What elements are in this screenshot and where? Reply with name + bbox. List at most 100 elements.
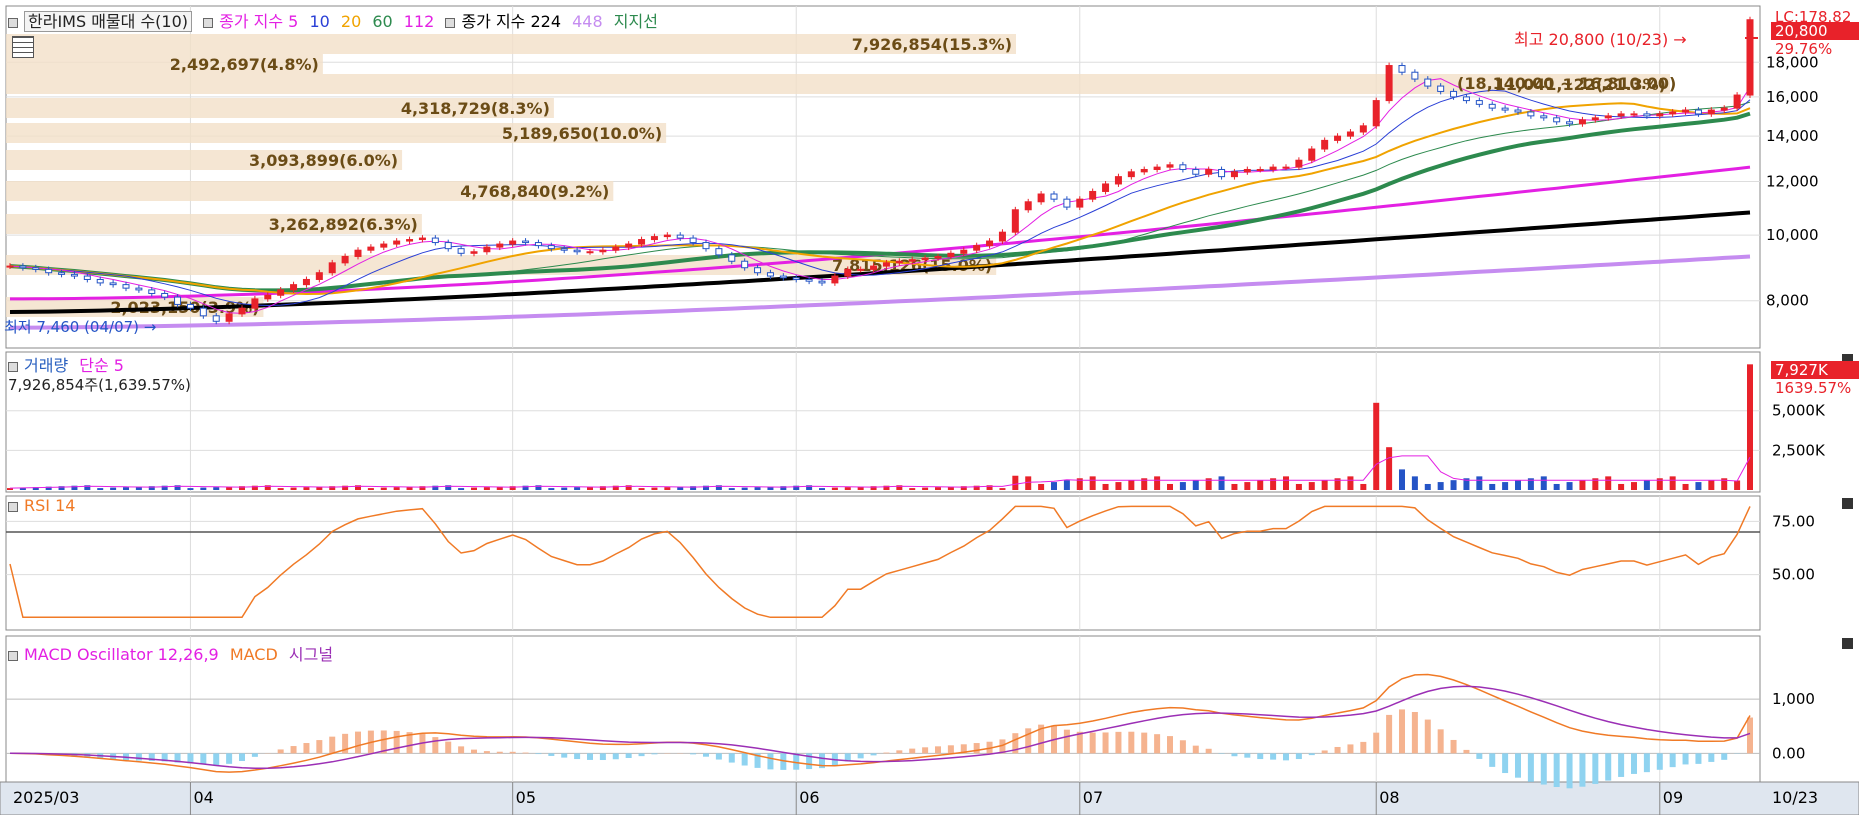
- legend-square-icon[interactable]: [8, 361, 18, 372]
- candle-body: [1024, 201, 1032, 211]
- volume-bar: [1631, 482, 1637, 490]
- macd-oscillator-bar: [625, 753, 632, 759]
- candle-body: [998, 231, 1006, 242]
- legend-square-icon[interactable]: [8, 17, 18, 28]
- candle-body: [509, 240, 517, 245]
- macd-oscillator-bar: [277, 749, 284, 754]
- candle-body: [1114, 176, 1122, 185]
- candle-body: [625, 243, 633, 248]
- macd-oscillator-bar: [251, 753, 258, 757]
- macd-oscillator-bar: [522, 752, 529, 754]
- candle-body: [406, 239, 414, 242]
- macd-oscillator-bar: [793, 753, 800, 770]
- candle-body: [934, 255, 942, 259]
- macd-oscillator-bar: [458, 746, 465, 754]
- macd-oscillator-bar: [1102, 732, 1109, 754]
- candle-body: [6, 265, 14, 268]
- candle-body: [70, 273, 78, 277]
- volume-bar: [819, 488, 825, 490]
- candle-body: [199, 307, 207, 317]
- candle-body: [1192, 168, 1200, 175]
- volume-bar: [1321, 480, 1328, 490]
- legend-square-icon[interactable]: [8, 650, 18, 661]
- y-tick-label: 50.00: [1772, 566, 1815, 584]
- candle-body: [19, 265, 27, 269]
- volume-bar: [1038, 483, 1045, 490]
- volume-bar: [831, 487, 838, 490]
- y-tick-label: 12,000: [1766, 172, 1819, 190]
- candle-body: [1359, 125, 1367, 133]
- macd-oscillator-bar: [1205, 748, 1212, 754]
- legend-ma112: 112: [403, 12, 435, 31]
- macd-oscillator-bar: [1437, 729, 1444, 754]
- candle-body: [1346, 131, 1354, 137]
- macd-oscillator-bar: [1669, 753, 1676, 768]
- x-tick-label: 08: [1379, 788, 1399, 807]
- candle-body: [264, 294, 272, 300]
- volume-bar: [1089, 476, 1096, 490]
- volume-bar: [1115, 482, 1122, 490]
- legend-square-icon[interactable]: [445, 17, 456, 28]
- candle-body: [1140, 168, 1148, 173]
- macd-oscillator-bar: [432, 737, 439, 754]
- volume-bar: [1244, 482, 1251, 490]
- volume-bar: [1218, 476, 1225, 490]
- volume-bar: [1295, 483, 1302, 490]
- legend-title[interactable]: 한라IMS 매물대 수(10): [24, 11, 193, 32]
- volume-bar: [290, 487, 297, 490]
- candle-body: [599, 249, 607, 253]
- candle-body: [483, 246, 491, 253]
- candle-body: [650, 236, 658, 241]
- candle-body: [58, 272, 66, 275]
- candle-body: [354, 249, 362, 257]
- high-annotation: 최고 20,800 (10/23) →: [1514, 30, 1687, 49]
- volume-bar: [1231, 483, 1238, 490]
- candle-body: [1102, 183, 1110, 192]
- volume-bar: [1308, 482, 1315, 490]
- rsi-legend-title: RSI 14: [24, 496, 76, 515]
- candle-body: [238, 307, 246, 315]
- macd-oscillator-bar: [1618, 753, 1625, 777]
- macd-oscillator-bar: [1257, 753, 1264, 760]
- candle-body: [1475, 100, 1483, 105]
- volume-bar: [1476, 476, 1483, 490]
- macd-oscillator-bar: [1321, 750, 1328, 754]
- candle-body: [174, 296, 182, 305]
- volume-bar: [1579, 480, 1586, 490]
- legend-square-icon[interactable]: [203, 17, 214, 28]
- macd-oscillator-bar: [316, 740, 323, 754]
- legend-square-icon[interactable]: [8, 501, 18, 512]
- volume-bar: [187, 488, 194, 490]
- macd-oscillator-bar: [1386, 714, 1393, 754]
- macd-oscillator-bar: [1605, 753, 1612, 781]
- volume-bar: [728, 488, 735, 490]
- grid-icon[interactable]: [12, 36, 34, 58]
- candle-body: [908, 259, 916, 262]
- candle-body: [341, 255, 349, 264]
- candle-body: [741, 260, 749, 269]
- volume-bar: [1566, 482, 1573, 490]
- volume-bar: [754, 487, 761, 490]
- candle-body: [1450, 90, 1458, 98]
- volume-bar: [1399, 469, 1405, 490]
- macd-oscillator-bar: [483, 751, 490, 754]
- volume-profile-label: 4,768,840(9.2%): [460, 182, 609, 201]
- panel-close-icon: [1842, 498, 1853, 509]
- candle-body: [1076, 198, 1084, 208]
- candle-body: [973, 245, 981, 251]
- volume-bar: [1734, 480, 1741, 490]
- volume-legend: 거래량 단순 5: [8, 352, 130, 376]
- macd-oscillator-bar: [1089, 732, 1096, 754]
- volume-profile-label: 7,926,854(15.3%): [852, 35, 1012, 54]
- volume-bar: [393, 487, 400, 490]
- candle-body: [367, 246, 375, 251]
- candle-body: [470, 251, 478, 254]
- candle-body: [960, 249, 968, 254]
- legend-support: 지지선: [613, 12, 658, 31]
- volume-bar: [303, 487, 310, 490]
- macd-oscillator-bar: [947, 745, 954, 754]
- candle-body: [663, 234, 671, 238]
- macd-oscillator-bar: [1141, 732, 1148, 754]
- candle-body: [1243, 168, 1251, 173]
- candle-body: [612, 246, 620, 251]
